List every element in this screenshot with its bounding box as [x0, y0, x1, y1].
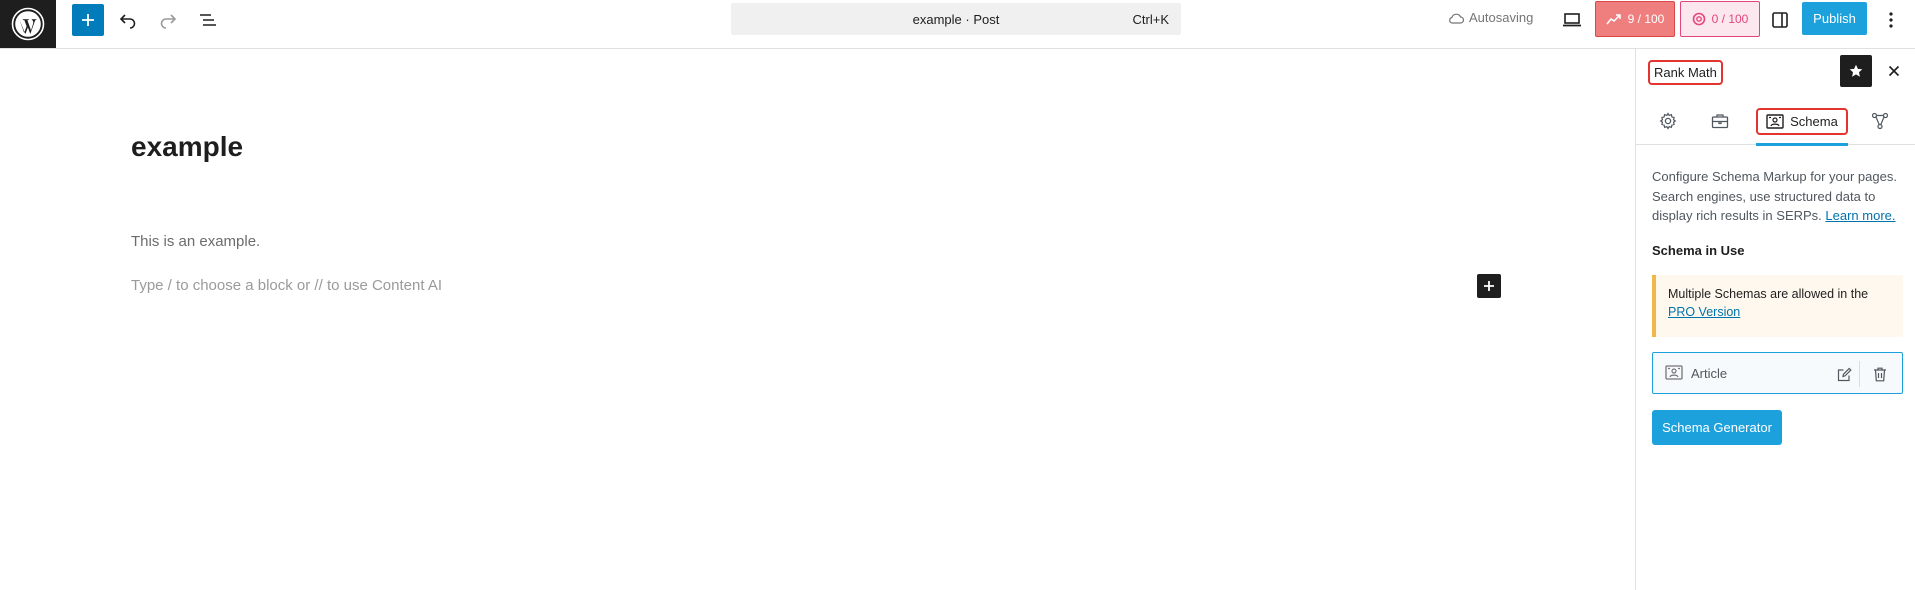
schema-item-label: Article: [1691, 366, 1728, 381]
post-title[interactable]: example: [131, 131, 243, 163]
settings-sidebar-toggle[interactable]: [1764, 4, 1796, 36]
star-icon: [1849, 64, 1863, 77]
edit-icon: [1837, 367, 1852, 381]
schema-description: Configure Schema Markup for your pages. …: [1652, 167, 1908, 226]
rank-math-sidebar: Rank Math Schema Configure Schema Markup…: [1635, 49, 1915, 590]
sidebar-icon: [1772, 12, 1788, 28]
briefcase-icon: [1711, 114, 1729, 129]
learn-more-link[interactable]: Learn more.: [1825, 208, 1895, 223]
active-tab-indicator: [1756, 143, 1848, 146]
close-icon: [1888, 65, 1900, 77]
plus-icon: [82, 14, 94, 26]
tab-social[interactable]: [1862, 97, 1898, 145]
paragraph-block[interactable]: This is an example.: [131, 233, 260, 250]
schema-icon: [1766, 113, 1784, 129]
content-ai-icon: [1692, 12, 1705, 26]
content-ai-score-button[interactable]: 0 / 100: [1680, 1, 1760, 37]
close-sidebar-button[interactable]: [1880, 57, 1908, 85]
wordpress-logo-button[interactable]: [0, 0, 56, 48]
cloud-icon: [1449, 13, 1464, 24]
empty-block-placeholder[interactable]: Type / to choose a block or // to use Co…: [131, 277, 442, 294]
plus-icon: [1484, 281, 1494, 291]
pro-version-link[interactable]: PRO Version: [1668, 305, 1740, 319]
sidebar-title: Rank Math: [1648, 60, 1723, 85]
wordpress-icon: [11, 7, 45, 41]
options-menu-button[interactable]: [1876, 4, 1906, 36]
block-inserter-button[interactable]: [72, 4, 104, 36]
document-overview-button[interactable]: [192, 4, 224, 36]
redo-icon: [160, 14, 177, 29]
tab-schema[interactable]: Schema: [1756, 97, 1848, 146]
undo-icon: [119, 14, 136, 29]
schema-generator-button[interactable]: Schema Generator: [1652, 410, 1782, 445]
delete-schema-button[interactable]: [1867, 361, 1893, 387]
seo-score-value: 9 / 100: [1627, 12, 1665, 26]
tab-general[interactable]: [1650, 97, 1686, 145]
publish-button[interactable]: Publish: [1802, 2, 1867, 35]
redo-button[interactable]: [152, 4, 184, 36]
preview-button[interactable]: [1556, 4, 1588, 36]
pin-sidebar-button[interactable]: [1840, 55, 1872, 87]
inline-block-inserter-button[interactable]: [1477, 274, 1501, 298]
list-view-icon: [200, 14, 216, 26]
pro-version-notice: Multiple Schemas are allowed in the PRO …: [1652, 275, 1903, 337]
autosave-label: Autosaving: [1469, 10, 1534, 25]
command-palette-bar[interactable]: example · Post Ctrl+K: [731, 3, 1181, 35]
notice-text: Multiple Schemas are allowed in the: [1668, 287, 1869, 301]
tab-schema-label: Schema: [1790, 113, 1838, 129]
editor-canvas: example This is an example. Type / to ch…: [0, 49, 1635, 590]
edit-schema-button[interactable]: [1831, 361, 1857, 387]
schema-tab-highlight: Schema: [1756, 107, 1848, 135]
rank-math-seo-score-button[interactable]: 9 / 100: [1595, 1, 1675, 37]
trash-icon: [1874, 367, 1886, 381]
tab-advanced[interactable]: [1702, 97, 1738, 145]
command-bar-shortcut: Ctrl+K: [1132, 12, 1169, 27]
schema-in-use-heading: Schema in Use: [1652, 243, 1745, 258]
more-vertical-icon: [1889, 12, 1893, 28]
schema-item-divider: [1859, 361, 1860, 387]
rank-math-icon: [1606, 14, 1621, 25]
editor-header: example · Post Ctrl+K Autosaving 9 / 100…: [0, 0, 1915, 49]
gear-icon: [1659, 112, 1677, 130]
command-bar-title: example · Post: [912, 11, 1000, 27]
undo-button[interactable]: [112, 4, 144, 36]
desktop-icon: [1563, 13, 1581, 27]
sidebar-tabs: Schema: [1636, 97, 1915, 146]
schema-icon: [1665, 365, 1683, 385]
share-icon: [1871, 112, 1889, 130]
content-ai-score-value: 0 / 100: [1711, 12, 1749, 26]
autosave-status: Autosaving: [1448, 10, 1533, 25]
schema-item-article[interactable]: Article: [1652, 352, 1903, 394]
